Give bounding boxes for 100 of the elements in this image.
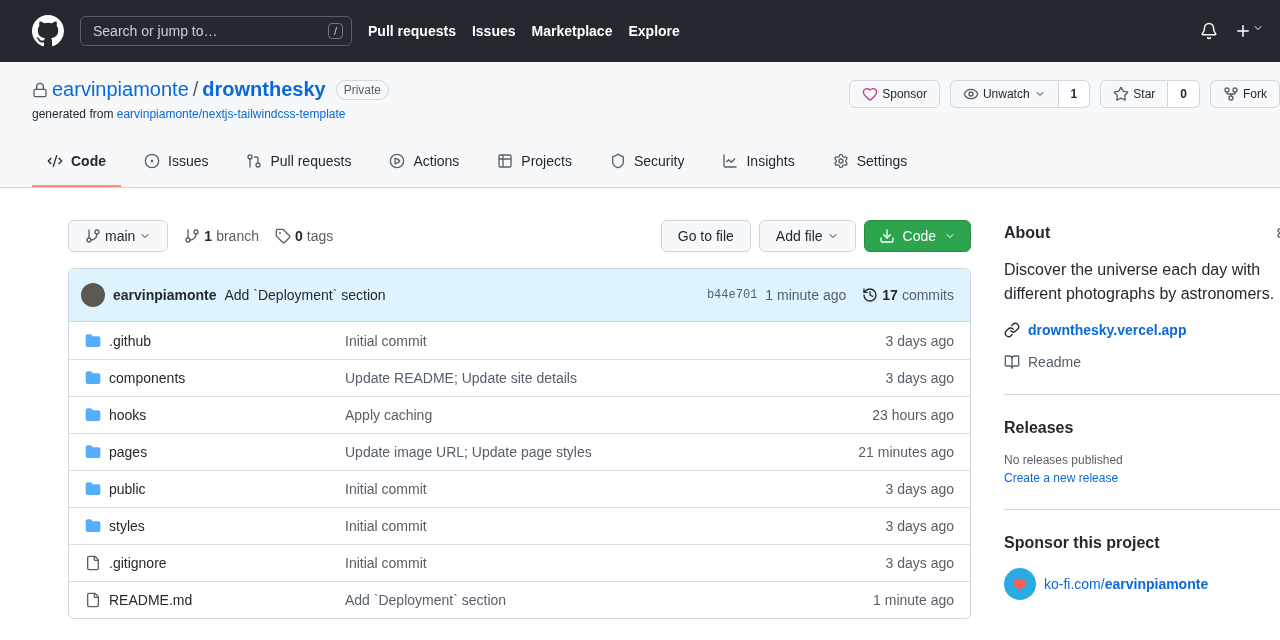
star-button[interactable]: Star — [1100, 80, 1169, 108]
eye-icon — [962, 86, 979, 102]
commit-message: Add `Deployment` section — [224, 287, 386, 303]
commit-message-link[interactable]: Initial commit — [345, 332, 886, 349]
commit-message-link[interactable]: Initial commit — [345, 518, 886, 534]
file-age: 1 minute ago — [873, 592, 954, 608]
table-icon — [497, 153, 514, 169]
file-age: 23 hours ago — [872, 407, 954, 423]
repo-tab[interactable]: Actions — [374, 145, 475, 187]
tags-link[interactable]: 0 tags — [274, 228, 334, 244]
commit-message-link[interactable]: Apply caching — [345, 407, 873, 423]
repo-tab[interactable]: Insights — [707, 145, 810, 187]
count-label[interactable]: 0 — [1168, 80, 1200, 108]
commit-message-link[interactable]: Initial commit — [345, 481, 886, 497]
file-name-link[interactable]: components — [109, 370, 345, 386]
file-age: 3 days ago — [885, 555, 954, 571]
folder-icon — [85, 481, 101, 497]
download-icon — [878, 228, 895, 244]
file-icon — [85, 555, 101, 571]
logo-icon[interactable] — [32, 15, 64, 47]
avatar — [81, 283, 105, 307]
website-link[interactable]: drownthesky.vercel.app — [1028, 322, 1187, 338]
commit-time: 1 minute ago — [765, 287, 847, 303]
sponsor-heading: Sponsor this project — [1004, 534, 1161, 552]
commit-sha[interactable]: b44e701 — [706, 288, 758, 302]
file-name-link[interactable]: .github — [109, 332, 345, 349]
create-release-link[interactable]: Create a new release — [1004, 471, 1280, 485]
file-age: 3 days ago — [885, 481, 954, 497]
file-age: 21 minutes ago — [858, 444, 954, 460]
file-name-link[interactable]: README.md — [109, 592, 345, 608]
file-name-link[interactable]: styles — [109, 518, 345, 534]
path-separator: / — [192, 78, 199, 101]
sponsor-button[interactable]: Sponsor — [849, 80, 940, 108]
lock-icon — [32, 81, 48, 98]
fork-button[interactable]: Fork — [1210, 80, 1280, 108]
repo-tab[interactable]: Settings — [817, 145, 923, 187]
branch-icon — [184, 228, 201, 244]
repo-tab[interactable]: Code — [32, 145, 121, 187]
releases-heading: Releases — [1004, 419, 1075, 437]
book-icon — [1004, 354, 1020, 370]
file-age: 3 days ago — [885, 518, 954, 534]
pull-request-icon — [246, 153, 263, 169]
add-file-button[interactable]: Add file — [758, 220, 856, 252]
about-heading: About — [1004, 224, 1051, 242]
circle-dot-icon — [144, 153, 160, 169]
repo-tab[interactable]: Projects — [482, 145, 587, 187]
nav-link[interactable]: Explore — [628, 23, 680, 39]
code-icon — [47, 153, 63, 169]
file-name-link[interactable]: pages — [109, 444, 345, 460]
repo-tab[interactable]: Security — [594, 145, 700, 187]
repo-description: Discover the universe each day with different photographs by astronomers. — [1004, 260, 1276, 304]
repo-tab[interactable]: Pull requests — [231, 145, 367, 187]
commits-link[interactable]: 17 commits — [862, 287, 954, 303]
commit-message-link[interactable]: Add `Deployment` section — [345, 592, 874, 608]
create-menu-icon[interactable] — [1234, 22, 1264, 40]
tag-icon — [274, 228, 291, 244]
branch-icon — [85, 228, 101, 244]
file-age: 3 days ago — [885, 370, 954, 386]
go-to-file-button[interactable]: Go to file — [660, 220, 751, 252]
file-age: 3 days ago — [885, 332, 954, 349]
settings-icon — [832, 153, 849, 169]
shortcut-key: / — [327, 23, 343, 39]
folder-icon — [85, 444, 101, 460]
search-field[interactable]: Search or jump to… / — [80, 16, 352, 46]
ko-fi-link[interactable]: ko-fi.com/earvinpiamonte — [1004, 568, 1280, 600]
readme-link[interactable]: Readme — [1028, 354, 1081, 370]
repo-name-link[interactable]: drownthesky — [202, 78, 326, 101]
fork-icon — [1223, 86, 1239, 102]
folder-icon — [85, 518, 101, 534]
shield-icon — [609, 153, 626, 169]
folder-icon — [85, 332, 101, 349]
owner-link[interactable]: earvinpiamonte — [52, 78, 189, 101]
commit-message-link[interactable]: Update image URL; Update page styles — [345, 444, 859, 460]
branches-link[interactable]: 1 branch — [184, 228, 259, 244]
bell-icon[interactable] — [1200, 22, 1218, 40]
nav-link[interactable]: Pull requests — [368, 23, 456, 39]
repo-tab[interactable]: Issues — [129, 145, 224, 187]
template-link[interactable]: earvinpiamonte/nextjs-tailwindcss-template — [116, 107, 346, 121]
branch-select-button[interactable]: main — [68, 220, 169, 252]
no-releases-text: No releases published — [1004, 453, 1124, 467]
generated-from-text: generated from — [32, 107, 114, 121]
star-icon — [1113, 86, 1130, 102]
folder-icon — [85, 370, 101, 386]
link-icon — [1004, 322, 1020, 338]
commit-author-link[interactable]: earvinpiamonte — [113, 287, 217, 303]
folder-icon — [85, 407, 101, 423]
commit-message-link[interactable]: Initial commit — [345, 555, 886, 571]
file-name-link[interactable]: hooks — [109, 407, 345, 423]
file-name-link[interactable]: .gitignore — [109, 555, 345, 571]
file-icon — [85, 592, 101, 608]
count-label[interactable]: 1 — [1058, 80, 1091, 108]
watch-button[interactable]: Unwatch — [949, 80, 1059, 108]
heart-icon — [862, 86, 879, 102]
nav-link[interactable]: Marketplace — [531, 23, 613, 39]
history-icon — [862, 287, 879, 303]
cup-icon — [1004, 568, 1036, 600]
play-icon — [389, 153, 406, 169]
file-name-link[interactable]: public — [109, 481, 345, 497]
nav-link[interactable]: Issues — [471, 23, 516, 39]
commit-message-link[interactable]: Update README; Update site details — [345, 370, 886, 386]
